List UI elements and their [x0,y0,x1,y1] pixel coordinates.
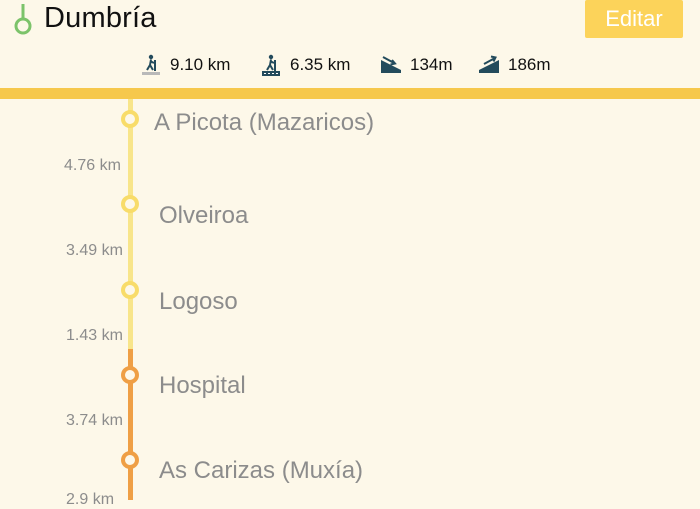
segment-distance: 3.49 km [66,242,123,259]
stop-name[interactable]: A Picota (Mazaricos) [154,109,374,137]
stop-marker [121,451,139,469]
stop-name[interactable]: Hospital [159,372,246,400]
stop-marker [121,110,139,128]
timeline-line-segment [128,99,133,349]
segment-distance: 4.76 km [64,157,121,174]
segment-distance: 2.9 km [66,491,115,508]
segment-distance: 1.43 km [66,327,123,344]
stop-marker [121,366,139,384]
stage-timeline: A Picota (Mazaricos) Olveiroa Logoso Hos… [0,0,700,508]
stop-name[interactable]: Olveiroa [159,202,248,230]
stop-name[interactable]: Logoso [159,288,238,316]
stop-name[interactable]: As Carizas (Muxía) [159,457,363,485]
segment-distance: 3.74 km [66,412,123,429]
stop-marker [121,195,139,213]
stop-marker [121,281,139,299]
